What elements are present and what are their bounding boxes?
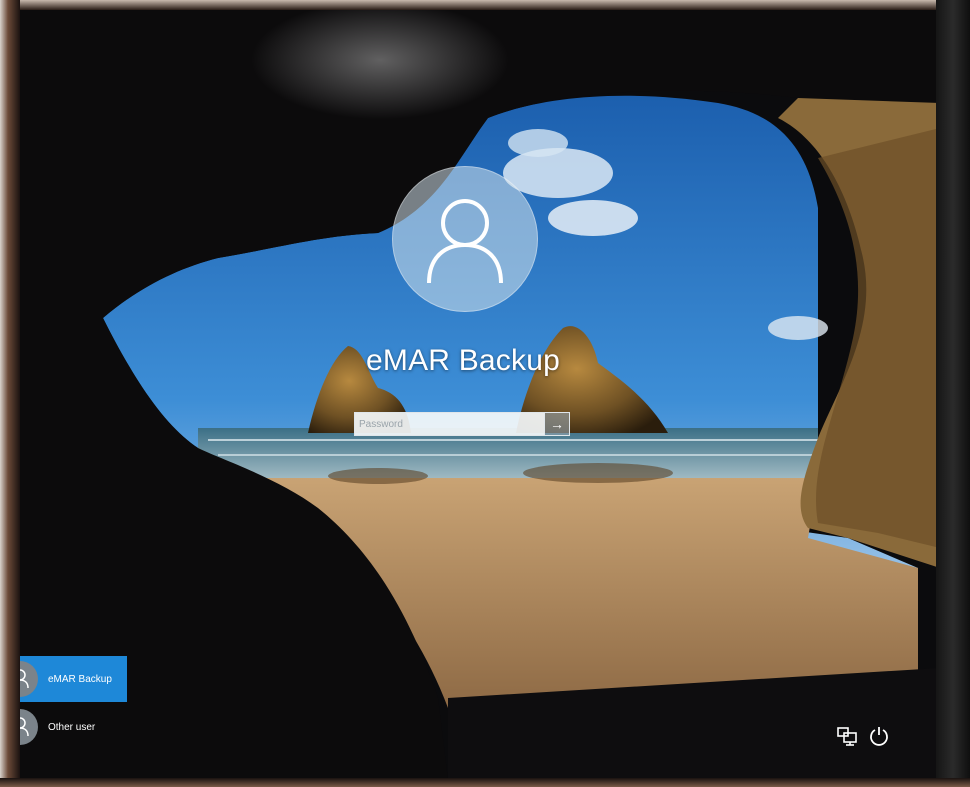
wallpaper bbox=[18, 8, 940, 780]
lock-screen bbox=[18, 8, 940, 780]
login-user-name: eMAR Backup bbox=[366, 344, 560, 377]
user-entry-label: eMAR Backup bbox=[48, 673, 112, 685]
user-avatar-icon bbox=[427, 199, 503, 284]
password-input[interactable] bbox=[354, 412, 545, 436]
submit-button[interactable]: → bbox=[545, 412, 570, 436]
monitor-bezel-right bbox=[936, 0, 970, 787]
network-icon[interactable] bbox=[836, 725, 858, 747]
user-entry-label: Other user bbox=[48, 721, 96, 733]
password-box: → bbox=[354, 412, 570, 436]
system-tray bbox=[836, 725, 890, 747]
user-entry-emar-backup[interactable]: eMAR Backup bbox=[2, 656, 127, 702]
user-switcher-list: eMAR Backup Other user bbox=[2, 656, 127, 752]
screen-glare bbox=[250, 0, 510, 120]
user-entry-other-user[interactable]: Other user bbox=[2, 704, 127, 750]
user-avatar-large bbox=[392, 166, 538, 312]
monitor-bezel-bottom bbox=[0, 778, 970, 787]
monitor-bezel-top bbox=[0, 0, 970, 10]
power-icon[interactable] bbox=[868, 725, 890, 747]
monitor-bezel-left bbox=[0, 0, 20, 787]
arrow-right-icon: → bbox=[550, 416, 564, 432]
